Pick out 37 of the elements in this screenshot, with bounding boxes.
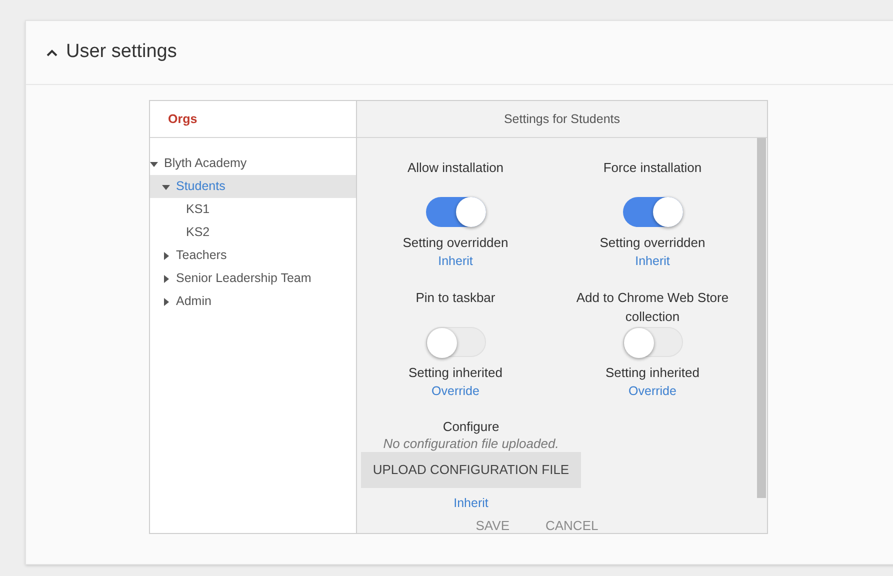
setting-status: Setting overridden [402, 234, 508, 252]
inherit-link[interactable]: Inherit [438, 252, 473, 270]
setting-label: Configure [442, 418, 500, 435]
scrollbar[interactable] [757, 138, 766, 498]
inherit-link[interactable]: Inherit [454, 494, 488, 512]
caret-right-icon[interactable] [162, 252, 170, 260]
caret-right-icon[interactable] [162, 274, 170, 282]
setting-status: Setting inherited [408, 364, 502, 382]
setting-status: Setting overridden [600, 234, 706, 252]
setting-label: Pin to taskbar [414, 289, 496, 307]
upload-button[interactable]: UPLOAD CONFIGURATION FILE [361, 452, 581, 488]
toggle-switch[interactable] [622, 327, 682, 357]
inherit-link[interactable]: Override [432, 382, 480, 400]
toggle-switch[interactable] [426, 327, 486, 357]
inherit-link[interactable]: Override [628, 382, 676, 400]
tree-item[interactable]: KS1 [150, 198, 356, 221]
section-header[interactable]: User settings [26, 21, 893, 85]
section-title: User settings [66, 40, 177, 64]
caret-down-icon[interactable] [162, 182, 170, 190]
caret-down-icon[interactable] [150, 160, 158, 168]
setting-label: Force installation [602, 159, 703, 177]
inherit-link[interactable]: Inherit [635, 252, 670, 270]
panel-title: Settings for Students [504, 110, 620, 128]
setting-label: Allow installation [406, 159, 505, 177]
tree-item[interactable]: KS2 [150, 221, 356, 244]
setting-status: Setting inherited [606, 364, 700, 382]
toggle-switch[interactable] [622, 197, 682, 227]
tree-item[interactable]: Senior Leadership Team [150, 267, 356, 290]
tree-item[interactable]: Admin [150, 290, 356, 313]
tree-item[interactable]: Blyth Academy [150, 152, 356, 175]
tree-item[interactable]: Teachers [150, 244, 356, 267]
config-note: No configuration file uploaded. [383, 435, 559, 452]
setting-label: Add to Chrome Web Store collection [575, 289, 730, 324]
chevron-up-icon[interactable] [46, 48, 58, 56]
toggle-switch[interactable] [426, 197, 486, 227]
orgs-heading: Orgs [168, 110, 198, 128]
caret-right-icon[interactable] [162, 298, 170, 306]
